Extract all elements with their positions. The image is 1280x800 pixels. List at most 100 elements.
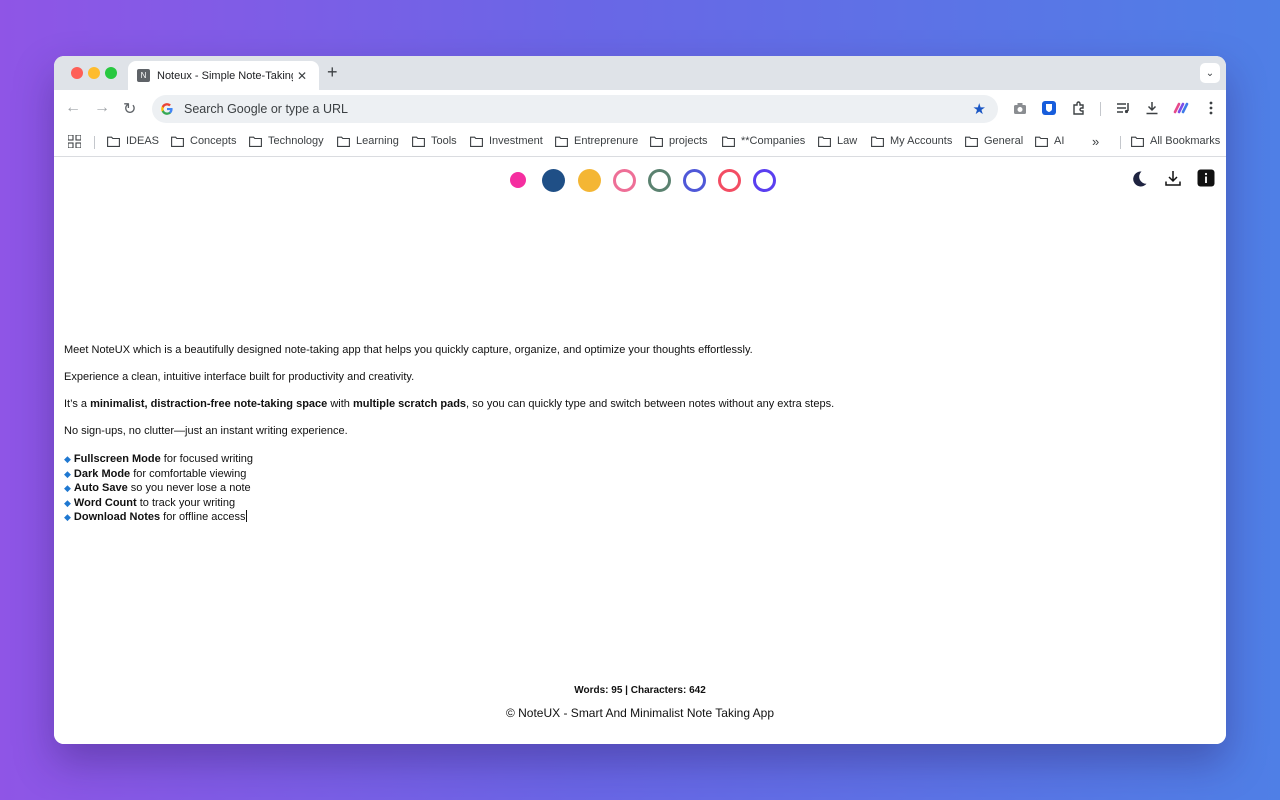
media-queue-icon[interactable] [1115, 100, 1131, 116]
note-editor[interactable]: Meet NoteUX which is a beautifully desig… [64, 344, 834, 525]
tab-strip: N Noteux - Simple Note-Taking ✕ + ⌄ [54, 56, 1226, 90]
color-swatch[interactable] [541, 168, 565, 192]
google-g-icon [161, 103, 173, 115]
bookmark-folder[interactable]: Concepts [171, 135, 236, 147]
browser-toolbar: ← → ↻ Search Google or type a URL ★ [54, 90, 1226, 128]
bookmark-folder[interactable]: **Companies [722, 135, 805, 147]
bookmarks-overflow-button[interactable]: » [1092, 134, 1099, 149]
bookmarks-bar: » All Bookmarks IDEAS Concepts Technology L… [54, 128, 1226, 157]
close-tab-icon[interactable]: ✕ [297, 69, 307, 83]
folder-icon [650, 136, 663, 147]
bookmark-label: Entreprenure [574, 135, 639, 147]
bookmark-folder[interactable]: Investment [470, 135, 543, 147]
folder-icon [1131, 136, 1144, 147]
folder-icon [555, 136, 568, 147]
forward-arrow-icon[interactable]: → [94, 99, 110, 117]
folder-icon [337, 136, 350, 147]
browser-window: N Noteux - Simple Note-Taking ✕ + ⌄ ← → … [54, 56, 1226, 744]
feature-name: Download Notes [73, 511, 161, 523]
blue-diamond-icon: ◆ [64, 512, 71, 522]
bookmark-folder[interactable]: IDEAS [107, 135, 159, 147]
maximize-window-button[interactable] [105, 67, 117, 79]
color-swatch[interactable] [612, 168, 636, 192]
feature-name: Fullscreen Mode [73, 453, 161, 465]
more-vert-icon[interactable] [1203, 100, 1219, 116]
close-window-button[interactable] [71, 67, 83, 79]
color-swatch[interactable] [682, 168, 706, 192]
note-text: , so you can quickly type and switch bet… [466, 398, 835, 410]
color-swatch[interactable] [510, 172, 526, 188]
address-bar[interactable]: Search Google or type a URL ★ [152, 95, 998, 123]
color-swatch[interactable] [647, 168, 671, 192]
bookmark-label: AI [1054, 135, 1065, 147]
download-icon[interactable] [1144, 100, 1160, 116]
blue-diamond-icon: ◆ [64, 454, 71, 464]
extension-logo-icon[interactable] [1173, 100, 1189, 116]
color-swatch[interactable] [717, 168, 741, 192]
all-bookmarks-label: All Bookmarks [1150, 135, 1221, 147]
all-bookmarks-button[interactable]: All Bookmarks [1131, 135, 1220, 147]
bookmark-folder[interactable]: Learning [337, 135, 399, 147]
bookmark-folder[interactable]: AI [1035, 135, 1064, 147]
note-bold-text: multiple scratch pads [352, 398, 467, 410]
bookmarks-divider [94, 136, 95, 149]
note-bold-text: minimalist, distraction-free note-taking… [90, 398, 328, 410]
extensions-icon[interactable] [1071, 100, 1087, 116]
folder-icon [107, 136, 120, 147]
reload-icon[interactable]: ↻ [123, 99, 136, 119]
camera-icon[interactable] [1012, 100, 1028, 116]
bookmark-label: Law [837, 135, 858, 147]
page-content: Meet NoteUX which is a beautifully desig… [54, 158, 1226, 744]
bookmark-folder[interactable]: My Accounts [871, 135, 952, 147]
folder-icon [722, 136, 735, 147]
new-tab-button[interactable]: + [327, 62, 338, 83]
bookmark-label: Tools [431, 135, 457, 147]
password-manager-icon[interactable] [1041, 100, 1057, 116]
bookmark-folder[interactable]: Technology [249, 135, 324, 147]
folder-icon [249, 136, 262, 147]
bookmark-folder[interactable]: Tools [412, 135, 457, 147]
color-swatch[interactable] [752, 168, 776, 192]
tab-favicon-icon: N [137, 69, 150, 82]
folder-icon [470, 136, 483, 147]
back-arrow-icon[interactable]: ← [65, 99, 81, 117]
color-swatch[interactable] [577, 168, 601, 192]
feature-name: Dark Mode [73, 467, 131, 480]
feature-item: ◆ Fullscreen Mode for focused writing [64, 452, 834, 467]
download-notes-icon[interactable] [1164, 169, 1182, 187]
apps-grid-icon[interactable] [68, 135, 81, 148]
folder-icon [171, 136, 184, 147]
feature-description: for comfortable viewing [130, 467, 247, 480]
note-text: with [327, 398, 353, 410]
folder-icon [1035, 136, 1048, 147]
feature-description: for focused writing [160, 453, 254, 465]
bookmarks-divider [1120, 136, 1121, 149]
folder-icon [871, 136, 884, 147]
footer-copyright: © NoteUX - Smart And Minimalist Note Tak… [505, 706, 775, 720]
bookmark-label: **Companies [741, 135, 806, 147]
info-icon[interactable] [1197, 169, 1215, 187]
bookmark-folder[interactable]: Law [818, 135, 857, 147]
bookmark-label: Technology [268, 135, 324, 147]
note-text: It’s a [64, 398, 91, 410]
bookmark-folder[interactable]: Entreprenure [555, 135, 638, 147]
folder-icon [818, 136, 831, 147]
folder-icon [412, 136, 425, 147]
dark-mode-moon-icon[interactable] [1130, 170, 1148, 188]
bookmark-folder[interactable]: projects [650, 135, 708, 147]
bookmark-label: Learning [356, 135, 399, 147]
bookmark-label: IDEAS [126, 135, 160, 147]
tab-noteux[interactable]: N Noteux - Simple Note-Taking ✕ [128, 61, 319, 90]
feature-item: ◆ Word Count to track your writing [64, 496, 834, 511]
address-bar-placeholder: Search Google or type a URL [184, 102, 348, 116]
star-icon[interactable]: ★ [973, 100, 986, 118]
feature-description: so you never lose a note [127, 482, 251, 494]
blue-diamond-icon: ◆ [64, 497, 71, 508]
feature-description: for offline access [160, 511, 246, 523]
blue-diamond-icon: ◆ [64, 483, 71, 493]
bookmark-folder[interactable]: General [965, 135, 1023, 147]
feature-description: to track your writing [136, 496, 236, 509]
feature-name: Word Count [73, 496, 137, 509]
tab-search-button[interactable]: ⌄ [1200, 63, 1220, 83]
minimize-window-button[interactable] [88, 67, 100, 79]
